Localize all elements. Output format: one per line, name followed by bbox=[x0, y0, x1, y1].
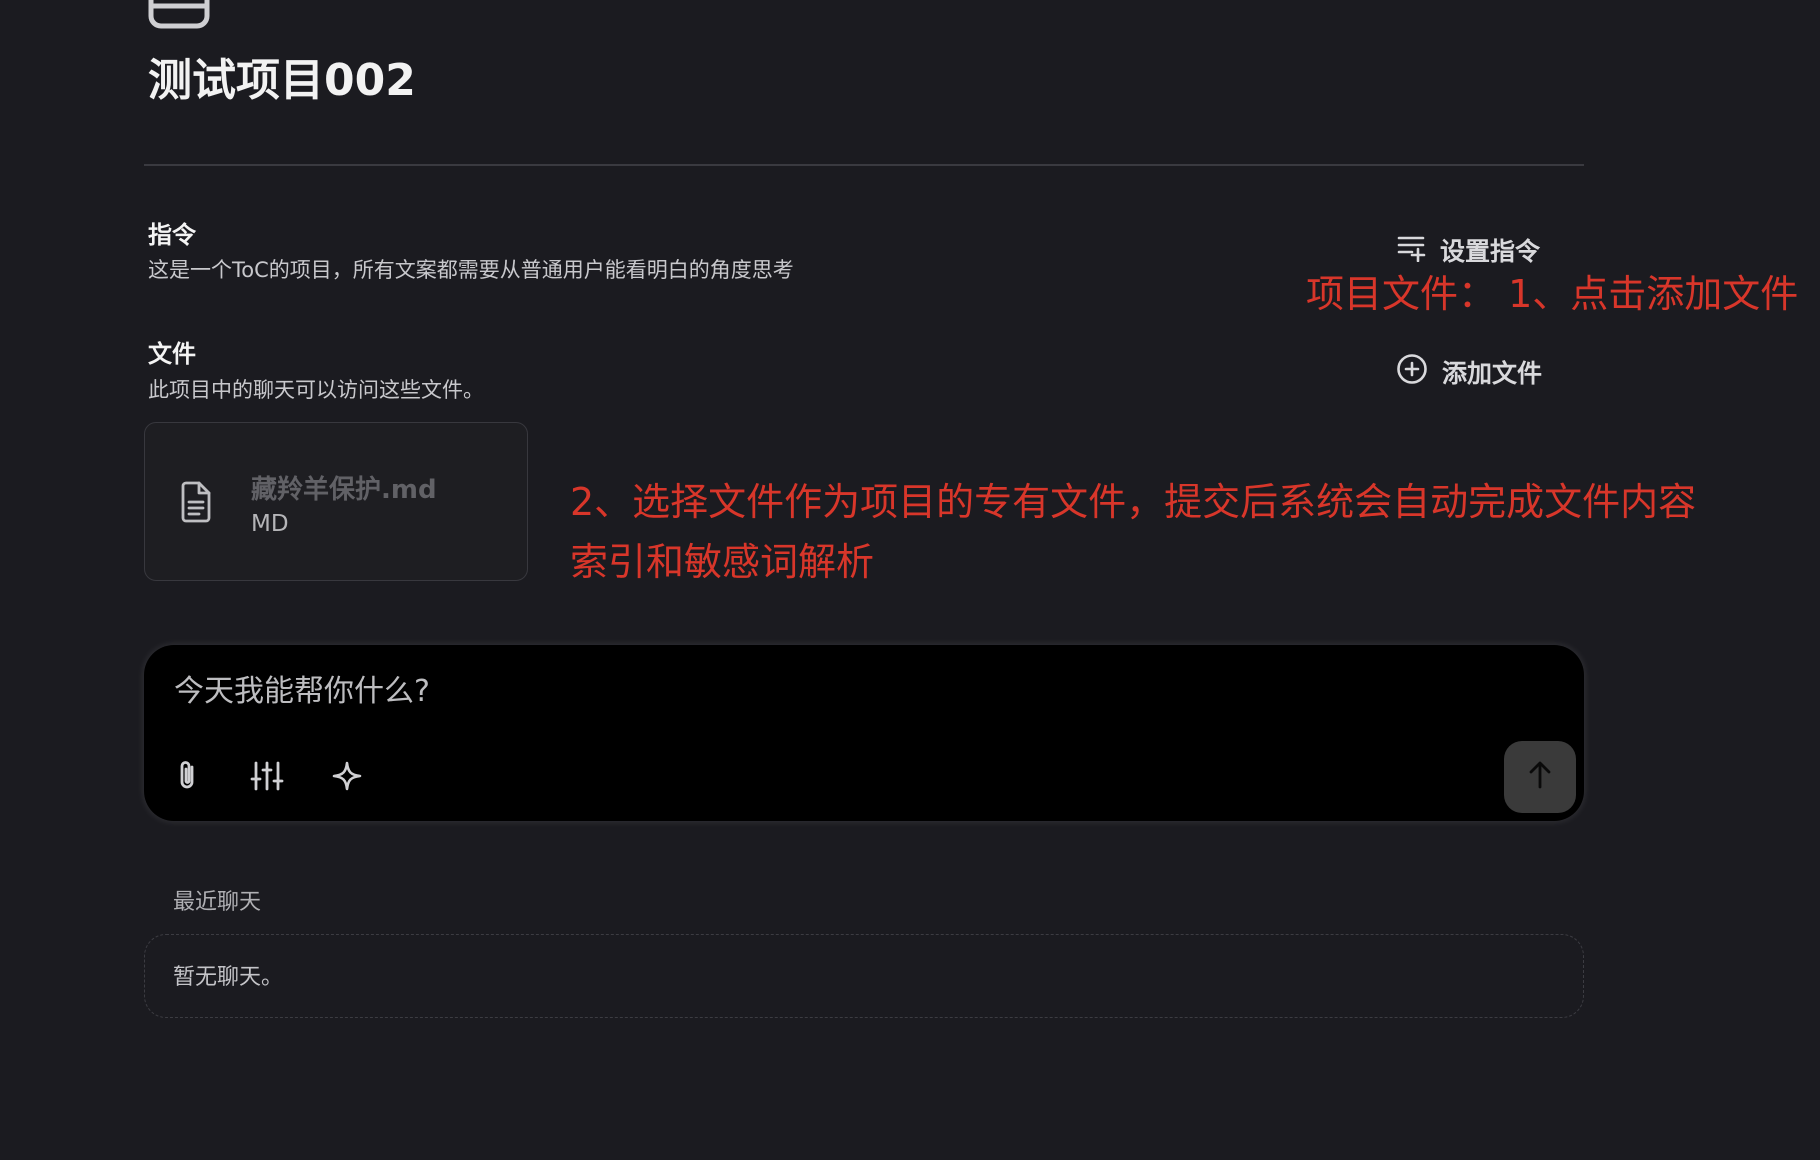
list-settings-icon bbox=[1396, 232, 1426, 268]
file-name: 藏羚羊保护.md bbox=[251, 475, 437, 505]
chat-composer bbox=[144, 645, 1584, 821]
recent-chats-label: 最近聊天 bbox=[173, 890, 262, 915]
files-description: 此项目中的聊天可以访问这些文件。 bbox=[148, 378, 484, 402]
instructions-heading: 指令 bbox=[148, 221, 196, 249]
file-type: MD bbox=[251, 511, 289, 537]
set-instructions-label: 设置指令 bbox=[1440, 237, 1541, 266]
project-icon bbox=[147, 0, 211, 34]
divider bbox=[144, 164, 1584, 166]
annotation-step2-line2: 索引和敏感词解析 bbox=[570, 540, 875, 584]
magic-button[interactable] bbox=[326, 757, 368, 799]
plus-circle-icon bbox=[1396, 353, 1428, 391]
sparkle-icon bbox=[331, 760, 363, 796]
chat-input[interactable] bbox=[172, 667, 1472, 715]
instructions-text: 这是一个ToC的项目，所有文案都需要从普通用户能看明白的角度思考 bbox=[148, 258, 794, 282]
paperclip-icon bbox=[174, 759, 200, 797]
annotation-step1: 项目文件： 1、点击添加文件 bbox=[1306, 272, 1799, 316]
attach-button[interactable] bbox=[166, 757, 208, 799]
arrow-up-icon bbox=[1527, 760, 1553, 794]
annotation-step2-line1: 2、选择文件作为项目的专有文件，提交后系统会自动完成文件内容 bbox=[570, 480, 1697, 524]
set-instructions-button[interactable]: 设置指令 bbox=[1396, 232, 1540, 268]
files-heading: 文件 bbox=[148, 340, 196, 368]
sliders-icon bbox=[250, 760, 284, 796]
file-card[interactable]: 藏羚羊保护.md MD bbox=[144, 422, 528, 581]
empty-state-text: 暂无聊天。 bbox=[173, 965, 284, 990]
page-title: 测试项目002 bbox=[148, 55, 416, 106]
add-file-label: 添加文件 bbox=[1442, 359, 1543, 388]
document-icon bbox=[179, 481, 213, 527]
recent-chats-list: 暂无聊天。 bbox=[144, 934, 1584, 1018]
add-file-button[interactable]: 添加文件 bbox=[1396, 353, 1542, 391]
send-button[interactable] bbox=[1504, 741, 1576, 813]
settings-button[interactable] bbox=[246, 757, 288, 799]
